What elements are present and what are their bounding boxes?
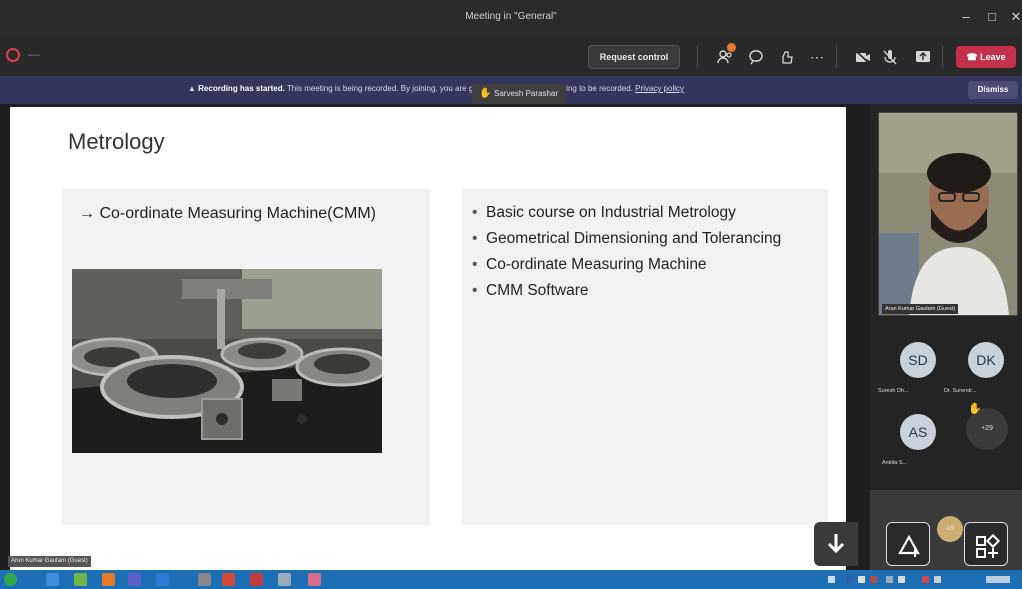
slide-bullet: Geometrical Dimensioning and Tolerancing [470,229,820,248]
taskbar-app-icon[interactable] [222,573,235,586]
recording-banner-text: ▲ Recording has started. This meeting is… [188,84,684,93]
add-app-icon [898,534,920,557]
meeting-timer-placeholder: — [28,47,40,61]
raised-hand-icon: ✋ [479,88,492,99]
apps-add-icon [976,533,1001,558]
slide-bullet-list: Basic course on Industrial Metrology Geo… [470,203,820,307]
add-app-button[interactable] [886,522,930,566]
participant-avatar[interactable]: AS [900,414,936,450]
participant-avatar-label: Suresh Dh... [878,388,909,394]
participant-video-name: Arun Kumar Gautam (Guest) [882,304,959,314]
share-icon[interactable] [914,48,932,66]
presenter-name-tag: Arun Kumar Gautam (Guest) [8,556,91,567]
warning-icon: ▲ [188,84,199,93]
privacy-policy-link[interactable]: Privacy policy [635,84,684,93]
participant-avatar-label: Ankita S... [882,460,908,466]
toolbar-divider [697,46,698,68]
jump-to-bottom-button[interactable] [814,522,858,566]
chat-icon[interactable] [747,48,765,66]
taskbar-app-icon[interactable] [74,573,87,586]
reactions-icon[interactable] [778,48,796,66]
teams-taskbar-icon[interactable] [128,573,141,586]
raised-hand-icon: ✋ [968,403,982,415]
start-icon[interactable] [4,573,17,586]
participant-avatar[interactable]: SD [900,342,936,378]
taskbar-app-icon[interactable] [46,573,59,586]
close-button[interactable]: ✕ [1008,9,1022,25]
system-tray[interactable] [826,573,1016,586]
raised-hand-name: Sarvesh Parashar [494,89,559,98]
leave-button[interactable]: ☎ Leave [956,46,1016,68]
slide-left-panel: → Co-ordinate Measuring Machine(CMM) [62,189,430,525]
more-icon[interactable]: ⋯ [808,48,826,66]
camera-icon[interactable] [854,48,872,66]
shared-slide: Metrology → Co-ordinate Measuring Machin… [10,107,846,577]
teams-meeting-window: Meeting in "General" – □ ✕ — Request con… [0,0,1022,589]
participant-video-tile[interactable] [878,112,1018,316]
slide-bullet: Basic course on Industrial Metrology [470,203,820,222]
title-bar: Meeting in "General" – □ ✕ [0,0,1022,36]
arrow-down-icon [827,534,845,554]
leave-button-label: Leave [980,52,1006,62]
minimize-button[interactable]: – [958,9,974,24]
taskbar-app-icon[interactable] [308,573,321,586]
taskbar-app-icon[interactable] [278,573,291,586]
raised-hand-tooltip: ✋ Sarvesh Parashar [472,84,567,104]
meeting-info-icon[interactable] [6,48,20,62]
slide-right-panel: Basic course on Industrial Metrology Geo… [462,189,828,525]
slide-bullet: Co-ordinate Measuring Machine [470,255,820,274]
recording-banner-message: This meeting is being recorded. By joini… [286,84,633,93]
taskbar-app-icon[interactable] [250,573,263,586]
toolbar-divider [942,46,943,68]
window-title: Meeting in "General" [465,11,557,22]
slide-title: Metrology [68,129,165,154]
pointer-avatar: AS [937,516,963,542]
participant-avatar[interactable]: DK [968,342,1004,378]
mic-icon[interactable] [881,48,899,66]
slide-bullet: CMM Software [470,281,820,300]
cmm-machine-photo [72,269,382,453]
add-apps-grid-button[interactable] [964,522,1008,566]
cmm-heading: → Co-ordinate Measuring Machine(CMM) [79,205,376,222]
maximize-button[interactable]: □ [984,9,1000,24]
taskbar-app-icon[interactable] [156,573,169,586]
recording-banner-bold: Recording has started. [198,84,285,93]
taskbar-app-icon[interactable] [102,573,115,586]
participants-count-badge [727,43,736,52]
request-control-button[interactable]: Request control [588,45,680,69]
toolbar-divider [836,46,837,68]
phone-hangup-icon: ☎ [966,52,981,62]
taskbar-app-icon[interactable] [198,573,211,586]
dismiss-button[interactable]: Dismiss [968,81,1018,99]
participant-avatar-label: Dr. Surendr... [944,388,977,394]
